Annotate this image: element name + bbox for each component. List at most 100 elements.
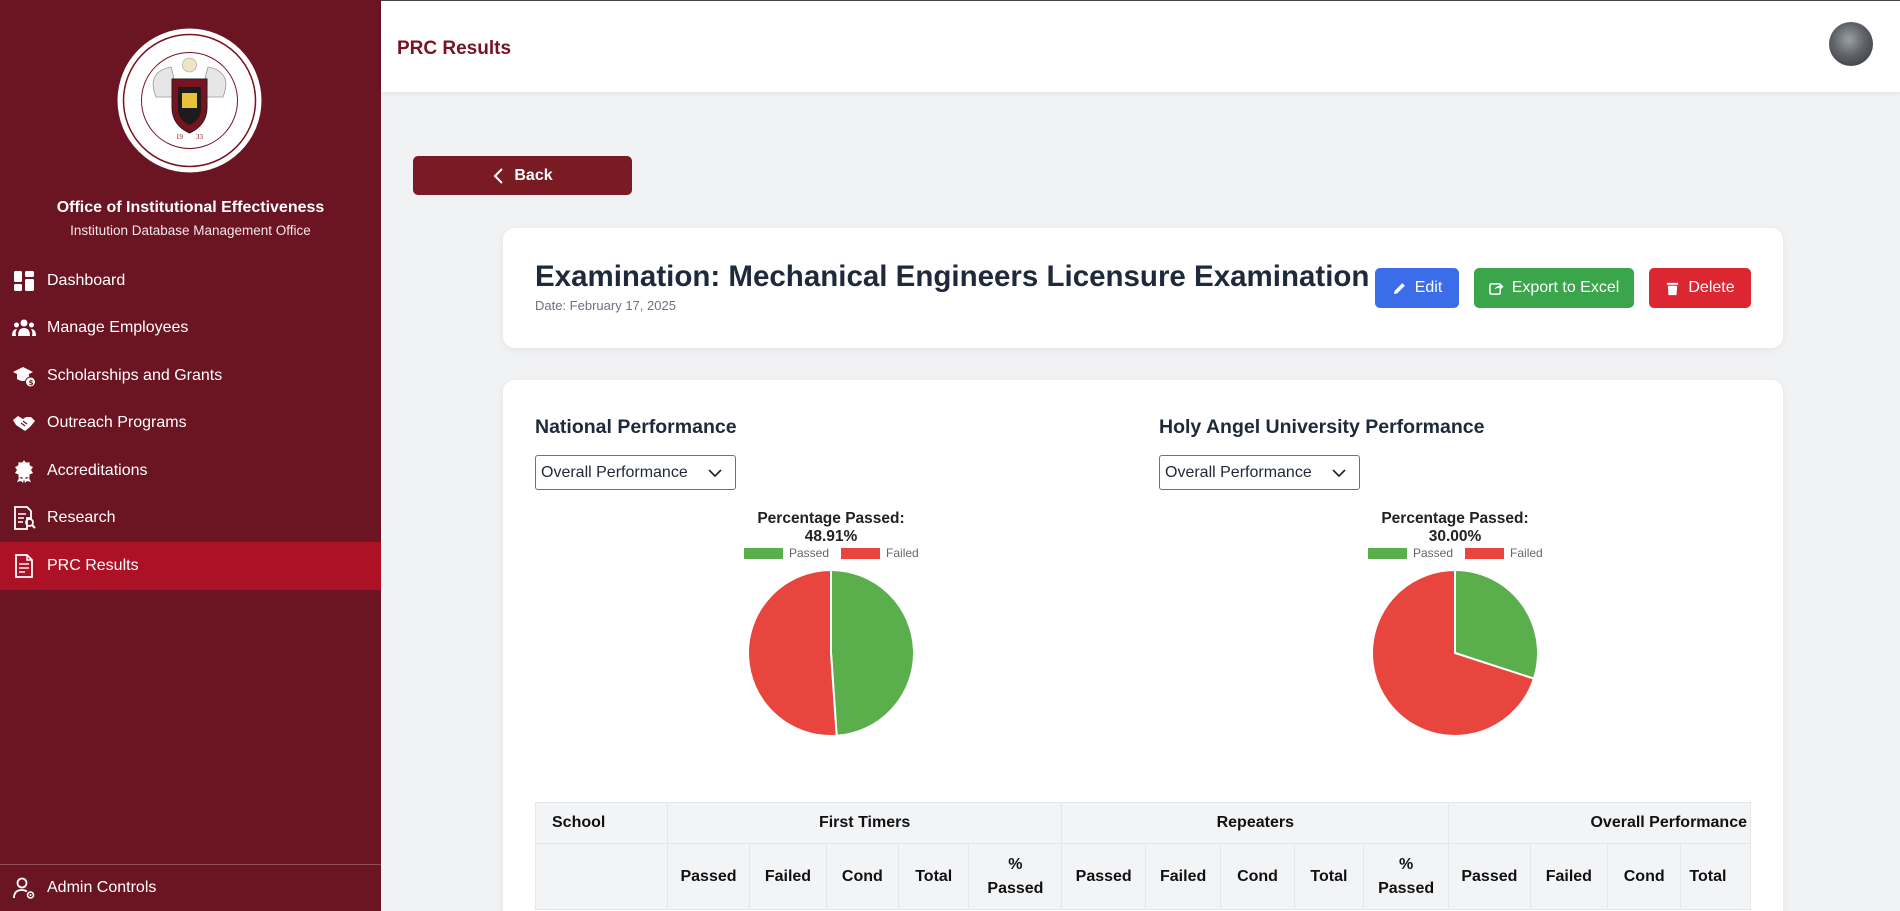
admin-controls-label: Admin Controls bbox=[47, 879, 157, 896]
col-ft-total: Total bbox=[898, 843, 970, 910]
org-subtitle: Institution Database Management Office bbox=[70, 223, 311, 238]
chevron-down-icon bbox=[1332, 469, 1346, 478]
hau-select-value: Overall Performance bbox=[1165, 463, 1312, 481]
legend-label-failed: Failed bbox=[886, 546, 919, 560]
sidebar-item-dashboard[interactable]: Dashboard bbox=[0, 257, 381, 305]
hau-chart-legend: Passed Failed bbox=[1368, 546, 1555, 560]
national-performance-select[interactable]: Overall Performance bbox=[535, 455, 736, 490]
export-button-label: Export to Excel bbox=[1511, 279, 1620, 296]
scholarship-icon: $ bbox=[13, 366, 36, 388]
sidebar-item-outreach[interactable]: Outreach Programs bbox=[0, 400, 381, 448]
col-rp-total: Total bbox=[1293, 843, 1365, 910]
sidebar-item-accreditations[interactable]: Accreditations bbox=[0, 447, 381, 495]
dashboard-icon bbox=[14, 270, 34, 291]
table-header-row: School First Timers Repeaters Overall Pe… bbox=[535, 802, 1751, 844]
col-school: School bbox=[535, 802, 668, 844]
legend-swatch-passed bbox=[1368, 547, 1407, 559]
back-button-label: Back bbox=[514, 166, 553, 184]
sidebar-item-manage-employees[interactable]: Manage Employees bbox=[0, 305, 381, 353]
col-ft-pct-passed: % Passed bbox=[968, 843, 1063, 910]
sidebar-nav: Dashboard Manage Employees $ Scholarship… bbox=[0, 257, 381, 590]
sidebar-item-label: Outreach Programs bbox=[47, 414, 187, 432]
sidebar-item-scholarships[interactable]: $ Scholarships and Grants bbox=[0, 352, 381, 400]
back-button[interactable]: Back bbox=[413, 156, 632, 195]
share-export-icon bbox=[1488, 282, 1504, 295]
research-icon bbox=[14, 506, 36, 531]
national-performance-title: National Performance bbox=[535, 416, 737, 438]
export-excel-button[interactable]: Export to Excel bbox=[1474, 268, 1634, 308]
legend-label-failed: Failed bbox=[1510, 546, 1543, 560]
legend-label-passed: Passed bbox=[789, 546, 830, 560]
col-ft-passed: Passed bbox=[666, 843, 751, 910]
legend-item-failed: Failed bbox=[1465, 546, 1543, 560]
sidebar-item-prc-results[interactable]: PRC Results bbox=[0, 542, 381, 590]
legend-swatch-passed bbox=[744, 547, 783, 559]
hau-performance-select[interactable]: Overall Performance bbox=[1159, 455, 1360, 490]
exam-title: Examination: Mechanical Engineers Licens… bbox=[535, 260, 1370, 293]
col-ft-failed: Failed bbox=[749, 843, 827, 910]
col-rp-failed: Failed bbox=[1144, 843, 1222, 910]
col-school-blank bbox=[535, 843, 668, 910]
edit-button[interactable]: Edit bbox=[1375, 268, 1459, 308]
sidebar-item-label: PRC Results bbox=[47, 556, 139, 574]
col-rp-passed: Passed bbox=[1061, 843, 1146, 910]
col-rp-pct-passed: % Passed bbox=[1363, 843, 1450, 910]
delete-button[interactable]: Delete bbox=[1649, 268, 1751, 308]
hau-pie-chart bbox=[1371, 569, 1539, 737]
national-chart-title: Percentage Passed: 48.91% bbox=[757, 510, 905, 545]
results-table: School First Timers Repeaters Overall Pe… bbox=[535, 802, 1751, 910]
legend-label-passed: Passed bbox=[1413, 546, 1454, 560]
document-icon bbox=[15, 553, 33, 578]
col-ov-passed: Passed bbox=[1448, 843, 1531, 910]
edit-button-label: Edit bbox=[1414, 279, 1443, 296]
pie-slice-passed bbox=[830, 569, 915, 737]
legend-swatch-failed bbox=[1465, 547, 1505, 559]
chevron-down-icon bbox=[708, 469, 722, 478]
award-icon bbox=[15, 459, 33, 483]
chevron-left-icon bbox=[493, 167, 504, 184]
svg-text:19: 19 bbox=[176, 133, 184, 141]
legend-item-passed: Passed bbox=[1368, 546, 1453, 560]
avatar[interactable] bbox=[1829, 22, 1873, 66]
hau-chart-title: Percentage Passed: 30.00% bbox=[1381, 510, 1529, 545]
sidebar-item-label: Dashboard bbox=[47, 271, 126, 289]
sidebar-item-label: Accreditations bbox=[47, 461, 148, 479]
sidebar-item-research[interactable]: Research bbox=[0, 495, 381, 543]
col-group-overall: Overall Performance bbox=[1448, 802, 1751, 844]
legend-item-failed: Failed bbox=[841, 546, 919, 560]
col-rp-cond: Cond bbox=[1220, 843, 1295, 910]
sidebar-item-label: Research bbox=[47, 509, 116, 527]
admin-user-gear-icon bbox=[13, 877, 35, 899]
university-seal-logo: 19 33 bbox=[117, 28, 262, 173]
col-ov-failed: Failed bbox=[1529, 843, 1609, 910]
hau-performance-title: Holy Angel University Performance bbox=[1159, 416, 1485, 438]
sidebar-item-admin-controls[interactable]: Admin Controls bbox=[0, 865, 381, 911]
national-select-value: Overall Performance bbox=[541, 463, 688, 481]
page-title: PRC Results bbox=[397, 38, 512, 59]
trash-icon bbox=[1667, 282, 1679, 295]
legend-swatch-failed bbox=[841, 547, 881, 559]
svg-text:$: $ bbox=[29, 379, 34, 387]
performance-card: National Performance Overall Performance… bbox=[503, 380, 1783, 911]
top-header: PRC Results bbox=[381, 0, 1900, 92]
sidebar: 19 33 Office of Institutional Effectiven… bbox=[0, 0, 381, 911]
delete-button-label: Delete bbox=[1688, 279, 1735, 296]
pencil-icon bbox=[1393, 282, 1405, 294]
sidebar-item-label: Manage Employees bbox=[47, 319, 189, 337]
col-group-first-timers: First Timers bbox=[666, 802, 1063, 844]
col-group-repeaters: Repeaters bbox=[1061, 802, 1450, 844]
handshake-icon bbox=[13, 416, 35, 432]
col-ov-cond: Cond bbox=[1607, 843, 1682, 910]
svg-text:33: 33 bbox=[196, 133, 204, 141]
employees-icon bbox=[12, 319, 36, 337]
exam-date: Date: February 17, 2025 bbox=[535, 298, 676, 313]
national-chart-legend: Passed Failed bbox=[744, 546, 931, 560]
col-ft-cond: Cond bbox=[825, 843, 900, 910]
exam-header-card: Examination: Mechanical Engineers Licens… bbox=[503, 228, 1783, 348]
col-ov-total: Total bbox=[1680, 843, 1751, 910]
sidebar-item-label: Scholarships and Grants bbox=[47, 366, 223, 384]
pie-slice-failed bbox=[747, 569, 838, 737]
national-pie-chart bbox=[747, 569, 915, 737]
legend-item-passed: Passed bbox=[744, 546, 829, 560]
table-subheader-row: Passed Failed Cond Total % Passed Passed… bbox=[535, 843, 1751, 910]
